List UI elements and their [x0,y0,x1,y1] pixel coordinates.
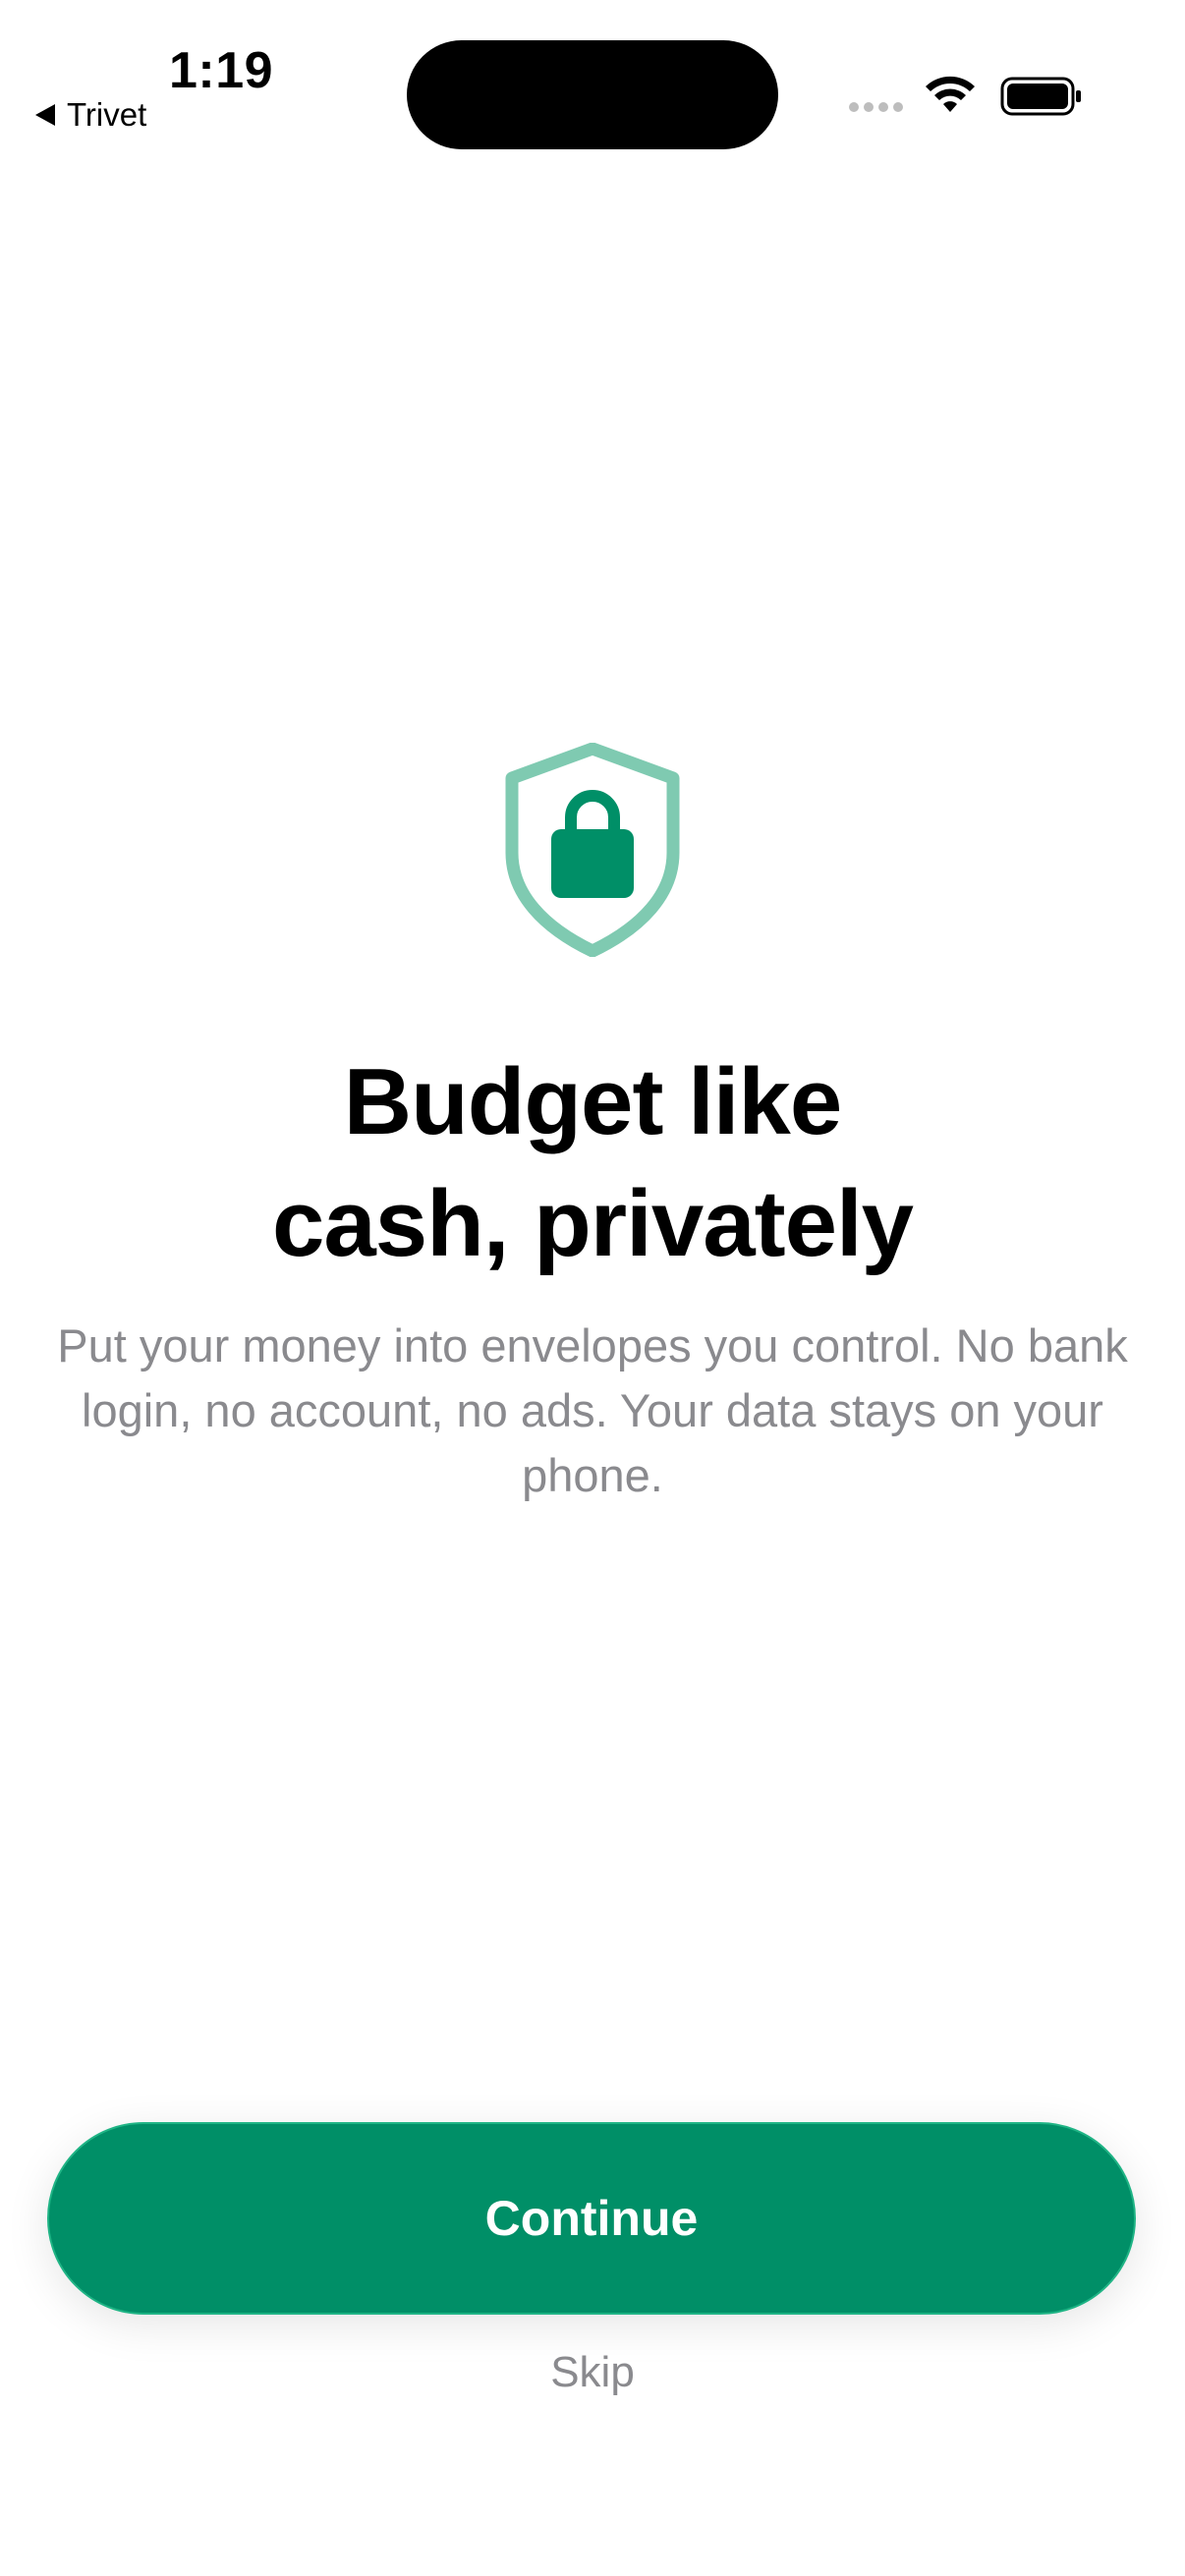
wifi-icon [926,76,975,112]
back-triangle-icon [35,104,55,126]
cellular-signal-icon [849,102,903,112]
dynamic-island [407,40,778,149]
onboarding-screen: 1:19 Trivet Budget like cash, privately … [0,0,1185,2576]
skip-button[interactable]: Skip [0,2348,1185,2397]
status-time: 1:19 [169,42,274,99]
battery-icon [1000,77,1081,116]
onboarding-title: Budget like cash, privately [0,1041,1185,1285]
title-line-1: Budget like [343,1049,842,1154]
back-to-app-button[interactable]: Trivet [35,96,146,134]
continue-button[interactable]: Continue [47,2122,1136,2315]
onboarding-description: Put your money into envelopes you contro… [57,1319,1128,1501]
title-line-2: cash, privately [271,1171,914,1276]
continue-button-label: Continue [484,2191,699,2246]
back-app-label: Trivet [67,96,147,133]
lock-shield-icon [505,743,680,957]
